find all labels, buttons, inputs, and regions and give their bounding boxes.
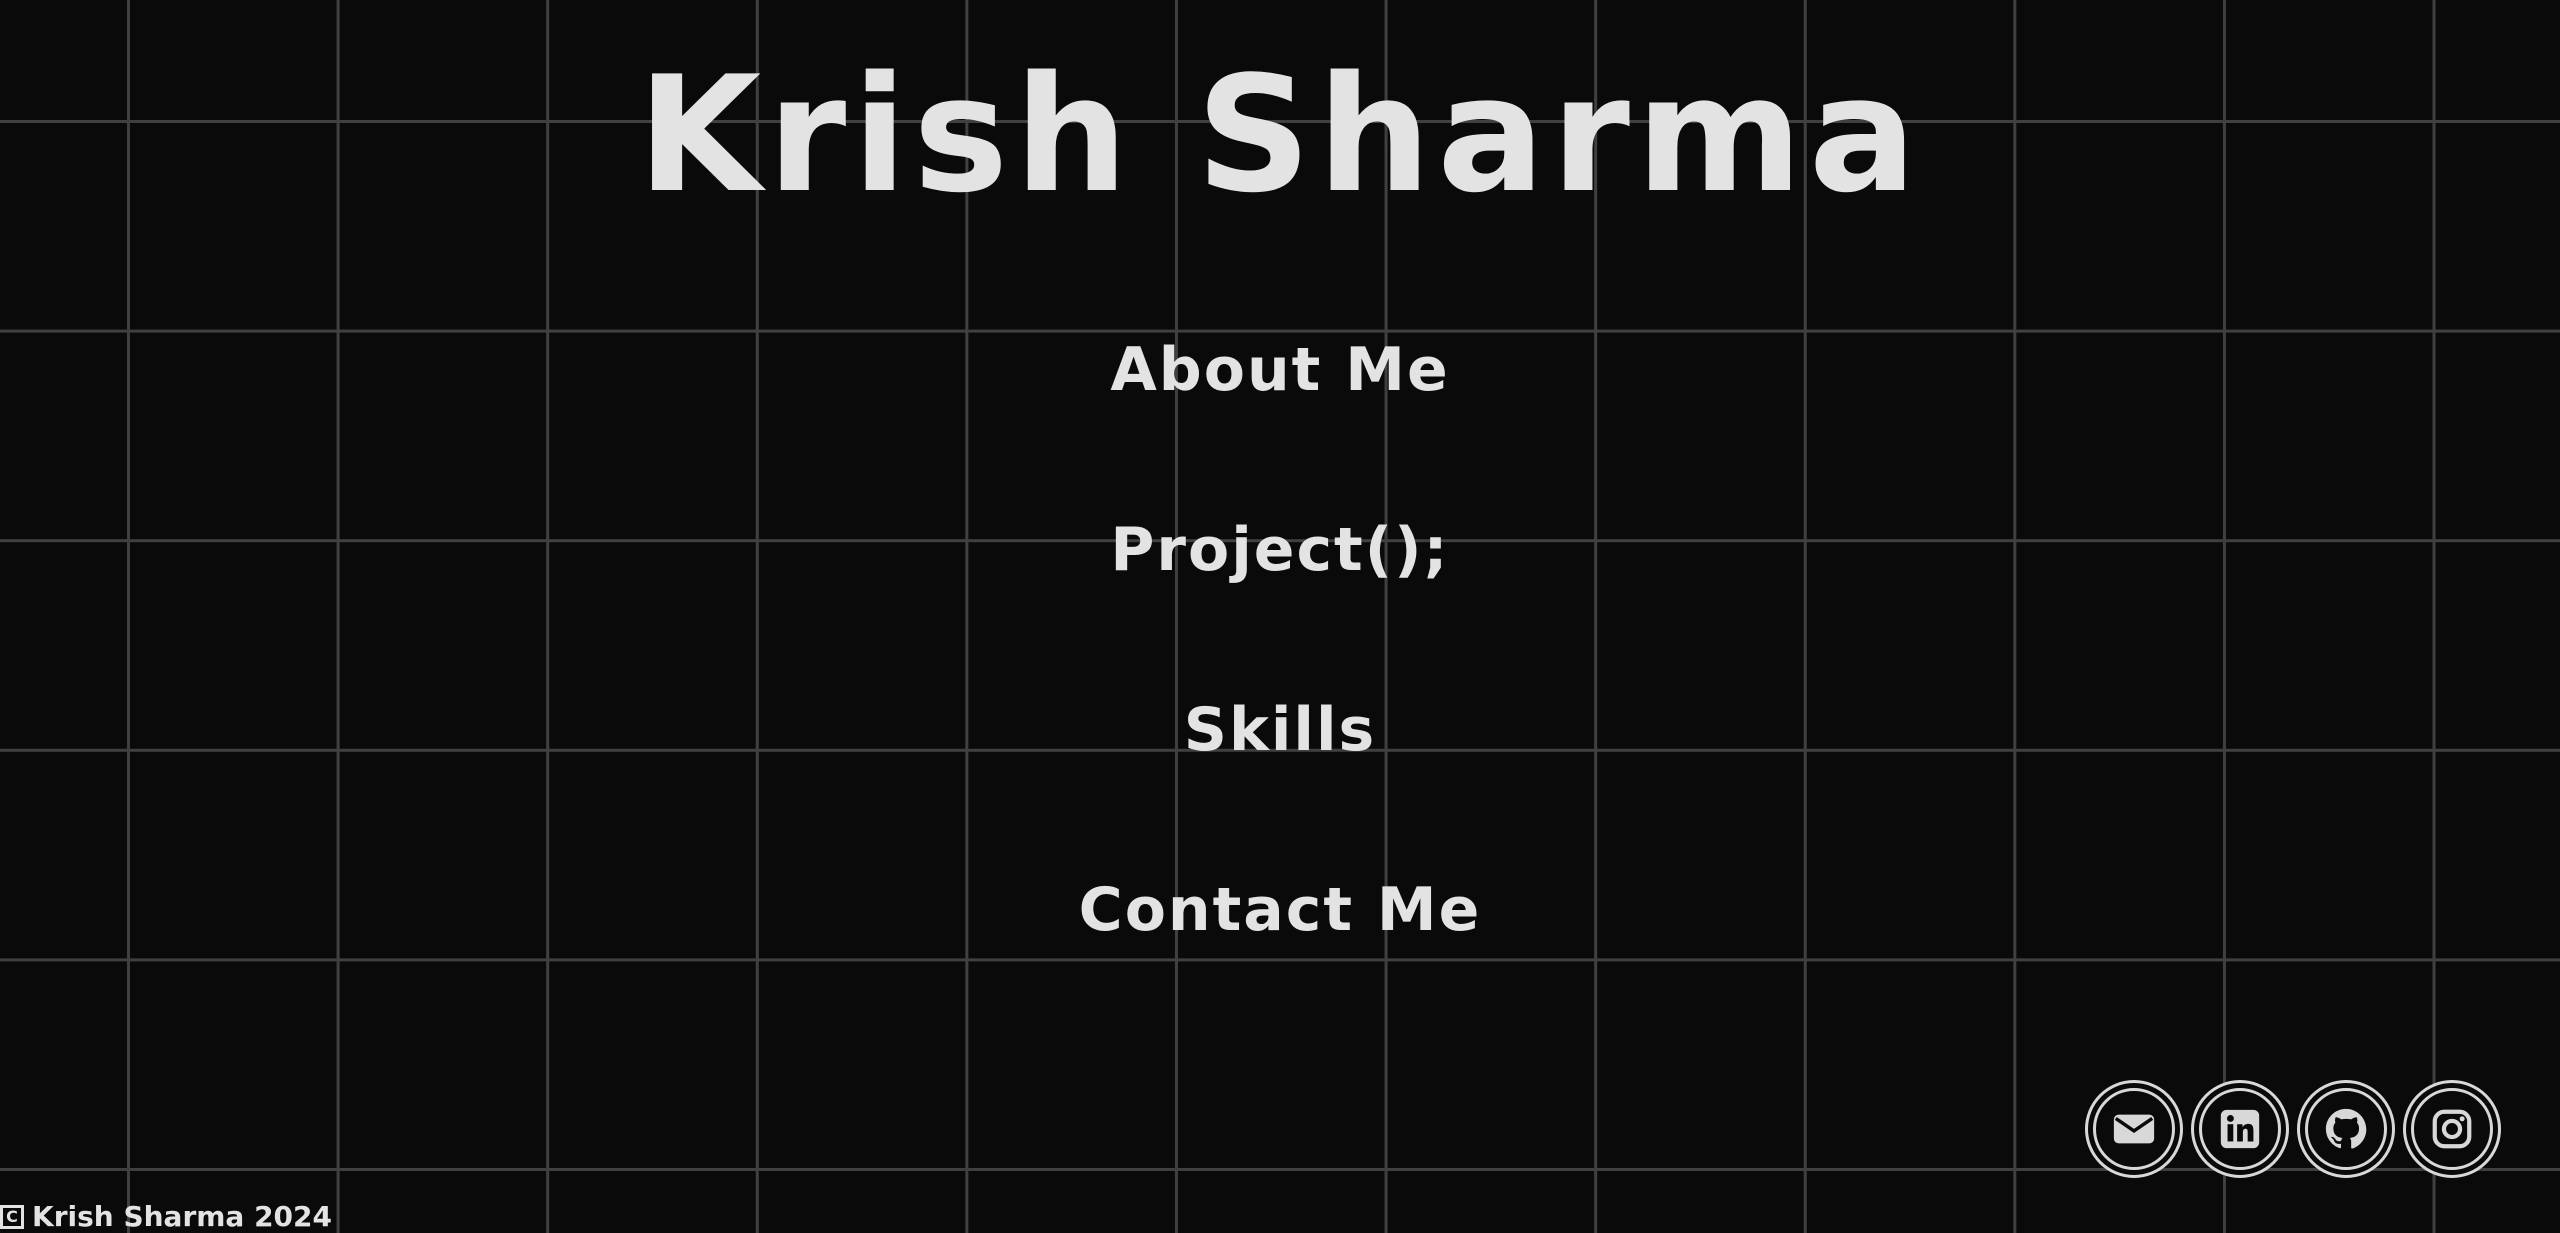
envelope-icon — [2113, 1114, 2155, 1144]
nav-link-contact-me[interactable]: Contact Me — [1079, 870, 1482, 1050]
social-links — [2085, 1080, 2501, 1178]
nav-link-skills[interactable]: Skills — [1184, 690, 1377, 870]
email-button[interactable] — [2085, 1080, 2183, 1178]
instagram-button[interactable] — [2403, 1080, 2501, 1178]
nav-link-about-me[interactable]: About Me — [1110, 330, 1449, 510]
page-title: Krish Sharma — [637, 41, 1923, 228]
nav-link-projects[interactable]: Project(); — [1110, 510, 1449, 690]
github-icon — [2325, 1108, 2367, 1149]
instagram-icon — [2432, 1109, 2472, 1149]
linkedin-icon — [2220, 1109, 2260, 1149]
linkedin-button[interactable] — [2191, 1080, 2289, 1178]
main-nav: About Me Project(); Skills Contact Me — [0, 330, 2560, 1050]
github-button[interactable] — [2297, 1080, 2395, 1178]
copyright-icon: C — [0, 1205, 24, 1229]
footer-text: Krish Sharma 2024 — [32, 1200, 333, 1233]
footer: C Krish Sharma 2024 — [0, 1203, 332, 1231]
